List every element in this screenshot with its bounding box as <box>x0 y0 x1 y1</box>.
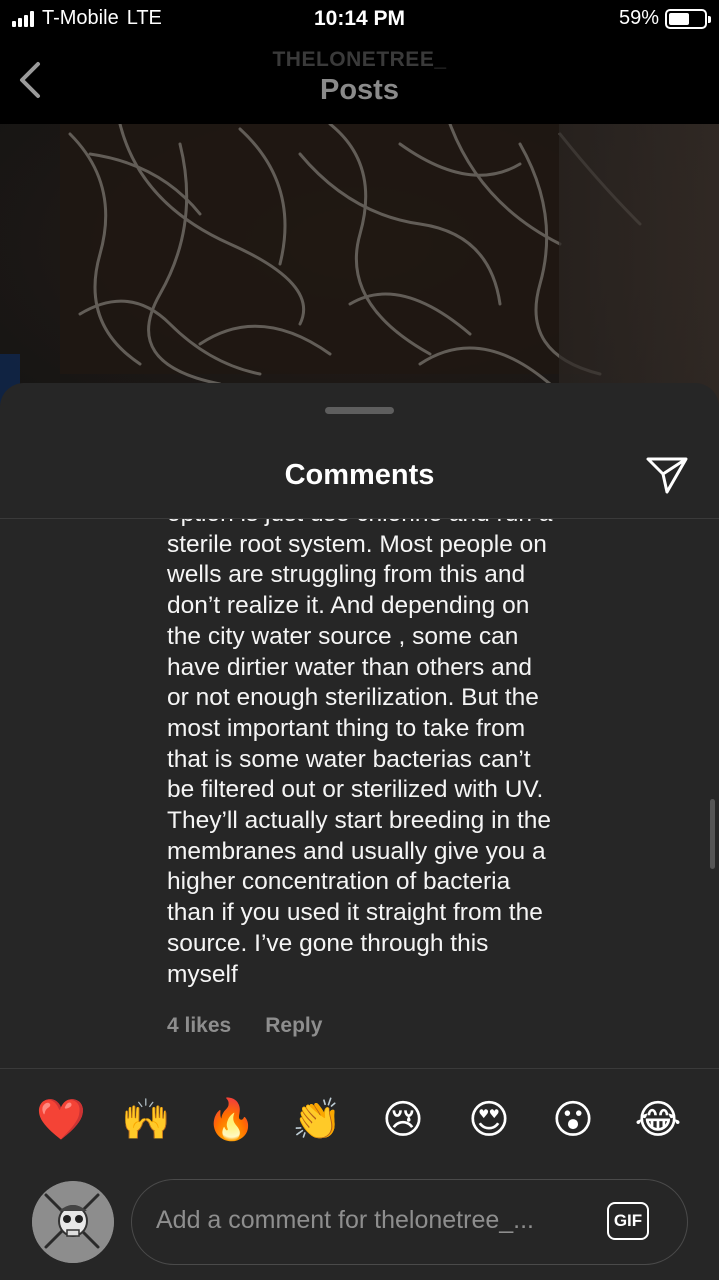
reply-button[interactable]: Reply <box>265 1014 322 1038</box>
heart-emoji-button[interactable]: ❤️ <box>36 1095 86 1145</box>
paper-plane-icon[interactable] <box>645 455 689 495</box>
comment-meta: 4 likes Reply <box>167 1014 322 1038</box>
battery-fill <box>669 12 690 25</box>
fire-emoji-button[interactable]: 🔥 <box>206 1095 256 1145</box>
status-bar: T-Mobile LTE 10:14 PM 59% <box>0 0 719 40</box>
comment-input-placeholder: Add a comment for thelonetree_... <box>156 1206 534 1234</box>
page-title: Posts <box>320 74 399 106</box>
comments-sheet: Comments option is just use chlorine and… <box>0 383 719 1280</box>
avatar[interactable] <box>32 1181 114 1263</box>
scrollbar[interactable] <box>710 799 715 869</box>
clock: 10:14 PM <box>313 7 406 30</box>
laughing-emoji-button[interactable]: 😂 <box>633 1095 683 1145</box>
surprised-emoji-button[interactable]: 😮 <box>548 1095 598 1145</box>
comment-text: option is just use chlorine and run a st… <box>167 519 552 988</box>
divider <box>0 1068 719 1069</box>
sheet-drag-handle[interactable] <box>325 407 394 414</box>
comment-input[interactable]: Add a comment for thelonetree_... GIF <box>131 1179 688 1265</box>
emoji-reaction-bar: ❤️ 🙌 🔥 👏 😢 😍 😮 😂 <box>0 1095 719 1151</box>
heart-eyes-emoji-button[interactable]: 😍 <box>464 1095 514 1145</box>
battery-percent: 59% <box>618 7 659 29</box>
clapping-emoji-button[interactable]: 👏 <box>292 1095 342 1145</box>
comment-composer: Add a comment for thelonetree_... GIF <box>0 1179 719 1269</box>
post-image <box>0 124 719 424</box>
comment-list[interactable]: option is just use chlorine and run a st… <box>0 519 719 1066</box>
status-right: 59% <box>618 7 711 30</box>
likes-count[interactable]: 4 likes <box>167 1014 231 1038</box>
raised-hands-emoji-button[interactable]: 🙌 <box>121 1095 171 1145</box>
battery-icon <box>665 8 711 29</box>
posts-header: THELONETREE_ Posts <box>0 40 719 124</box>
header-username: THELONETREE_ <box>272 48 447 71</box>
gif-button[interactable]: GIF <box>607 1202 649 1240</box>
post-image-background <box>559 124 719 424</box>
skull-icon <box>32 1181 114 1263</box>
crying-emoji-button[interactable]: 😢 <box>378 1095 428 1145</box>
comments-title: Comments <box>284 459 435 491</box>
